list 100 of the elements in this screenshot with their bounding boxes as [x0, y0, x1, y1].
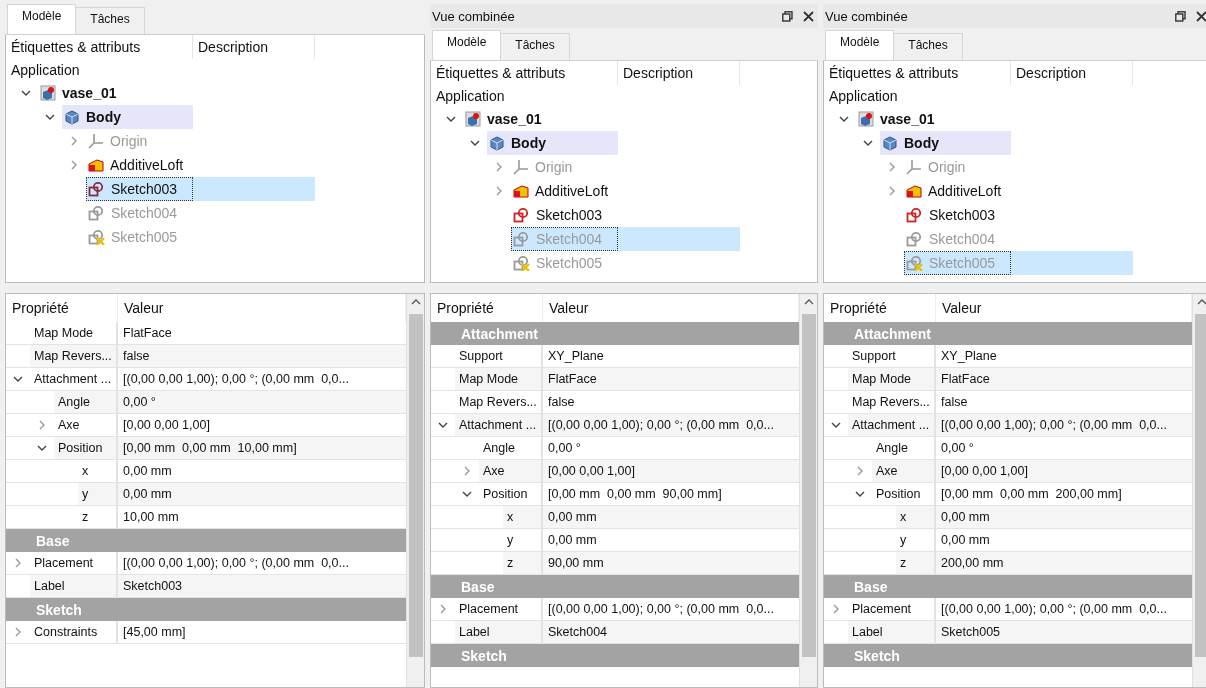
column-header[interactable]: Description [193, 35, 315, 59]
chevron-right-icon[interactable] [13, 627, 23, 637]
chevron-right-icon[interactable] [438, 604, 448, 614]
tree-item[interactable]: AdditiveLoft [511, 179, 618, 203]
tree-root-label: Application [10, 61, 81, 80]
column-header[interactable]: Étiquettes & attributs [431, 61, 618, 85]
chevron-right-icon[interactable] [494, 186, 504, 196]
tree-item[interactable]: Body [487, 131, 618, 155]
chevron-right-icon[interactable] [69, 160, 79, 170]
property-name: Label [30, 575, 118, 597]
tree-item[interactable]: vase_01 [38, 81, 193, 105]
property-value: false [940, 394, 969, 411]
close-icon[interactable] [1196, 10, 1206, 22]
chevron-down-icon[interactable] [45, 112, 55, 122]
chevron-down-icon[interactable] [13, 374, 23, 384]
chevron-down-icon[interactable] [438, 420, 448, 430]
column-header[interactable]: Description [1011, 61, 1133, 85]
chevron-right-icon[interactable] [37, 420, 47, 430]
document-cube-icon [465, 111, 481, 127]
scrollbar[interactable] [799, 294, 817, 687]
chevron-right-icon[interactable] [69, 136, 79, 146]
tree-root-label: Application [435, 87, 506, 106]
tree-item[interactable]: Body [880, 131, 1011, 155]
property-value: 200,00 mm [936, 552, 1192, 574]
column-header[interactable]: Étiquettes & attributs [824, 61, 1011, 85]
property-name: Axe [479, 460, 543, 482]
panel-title: Vue combinée [432, 8, 516, 24]
property-name: Attachment ... [848, 414, 936, 436]
tree-item[interactable]: Body [62, 105, 193, 129]
loft-solid-icon [88, 157, 104, 173]
property-name: Label [848, 621, 936, 643]
property-value: [0,00 0,00 1,00] [543, 460, 799, 482]
document-cube-icon [858, 111, 874, 127]
tree-item[interactable]: AdditiveLoft [86, 153, 193, 177]
tab[interactable]: Tâches [75, 7, 145, 34]
axes-icon [513, 159, 529, 175]
body-icon [882, 135, 898, 151]
property-value: [(0,00 0,00 1,00); 0,00 °; (0,00 mm 0,0... [543, 414, 799, 436]
tab[interactable]: Tâches [500, 33, 570, 60]
chevron-down-icon[interactable] [831, 420, 841, 430]
property-value: [45,00 mm] [122, 624, 187, 641]
property-group-header: Base [431, 575, 799, 598]
property-value: FlatFace [122, 325, 173, 342]
chevron-down-icon[interactable] [470, 138, 480, 148]
property-value: Sketch003 [118, 575, 406, 597]
chevron-down-icon[interactable] [863, 138, 873, 148]
chevron-down-icon[interactable] [21, 88, 31, 98]
chevron-down-icon[interactable] [855, 489, 865, 499]
tree-item[interactable]: Sketch003 [511, 203, 618, 227]
property-value: 0,00 ° [547, 440, 582, 457]
tree-item[interactable]: Sketch003 [904, 203, 1011, 227]
property-value: XY_Plane [547, 348, 605, 365]
sketch-icon [906, 207, 923, 223]
chevron-right-icon[interactable] [462, 466, 472, 476]
tree-item[interactable]: vase_01 [463, 107, 618, 131]
tab[interactable]: Modèle [825, 30, 895, 60]
restore-window-icon[interactable] [1175, 10, 1186, 22]
tab[interactable]: Tâches [893, 33, 963, 60]
property-name: Map Mode [455, 368, 543, 390]
property-name: Angle [54, 391, 118, 413]
tree-item[interactable]: Sketch003 [86, 177, 193, 201]
property-name: Constraints [30, 621, 118, 643]
chevron-right-icon[interactable] [494, 162, 504, 172]
chevron-down-icon[interactable] [37, 443, 47, 453]
loft-solid-icon [513, 183, 529, 199]
property-group-header: Sketch [824, 644, 1192, 667]
chevron-right-icon[interactable] [831, 604, 841, 614]
column-header[interactable]: Propriété [6, 294, 118, 322]
property-group-header: Sketch [431, 644, 799, 667]
tree-item[interactable]: AdditiveLoft [904, 179, 1011, 203]
property-value: FlatFace [936, 368, 1192, 390]
chevron-right-icon[interactable] [855, 466, 865, 476]
column-header[interactable]: Étiquettes & attributs [6, 35, 193, 59]
property-value: false [118, 345, 406, 367]
chevron-down-icon[interactable] [446, 114, 456, 124]
property-value: [(0,00 0,00 1,00); 0,00 °; (0,00 mm 0,0... [122, 371, 350, 388]
property-value: [0,00 0,00 1,00] [936, 460, 1192, 482]
scrollbar[interactable] [406, 294, 424, 687]
tab[interactable]: Modèle [432, 30, 502, 60]
close-icon[interactable] [803, 10, 814, 22]
chevron-down-icon[interactable] [462, 489, 472, 499]
property-name: Label [455, 621, 543, 643]
chevron-down-icon[interactable] [839, 114, 849, 124]
property-name: Map Mode [848, 368, 936, 390]
tree-item[interactable]: vase_01 [856, 107, 1011, 131]
property-value: 0,00 ° [940, 440, 975, 457]
property-value: Sketch005 [936, 621, 1192, 643]
property-value: 0,00 ° [118, 391, 406, 413]
chevron-right-icon[interactable] [887, 162, 897, 172]
property-value: 0,00 mm [940, 532, 991, 549]
scrollbar[interactable] [1192, 294, 1206, 687]
property-value: 10,00 mm [122, 509, 180, 526]
tab[interactable]: Modèle [7, 4, 77, 34]
column-header[interactable]: Description [618, 61, 740, 85]
property-name: x [503, 506, 543, 528]
chevron-right-icon[interactable] [13, 558, 23, 568]
property-value: [0,00 mm 0,00 mm 90,00 mm] [547, 486, 723, 503]
chevron-right-icon[interactable] [887, 186, 897, 196]
restore-window-icon[interactable] [782, 10, 793, 22]
property-name: z [896, 552, 936, 574]
